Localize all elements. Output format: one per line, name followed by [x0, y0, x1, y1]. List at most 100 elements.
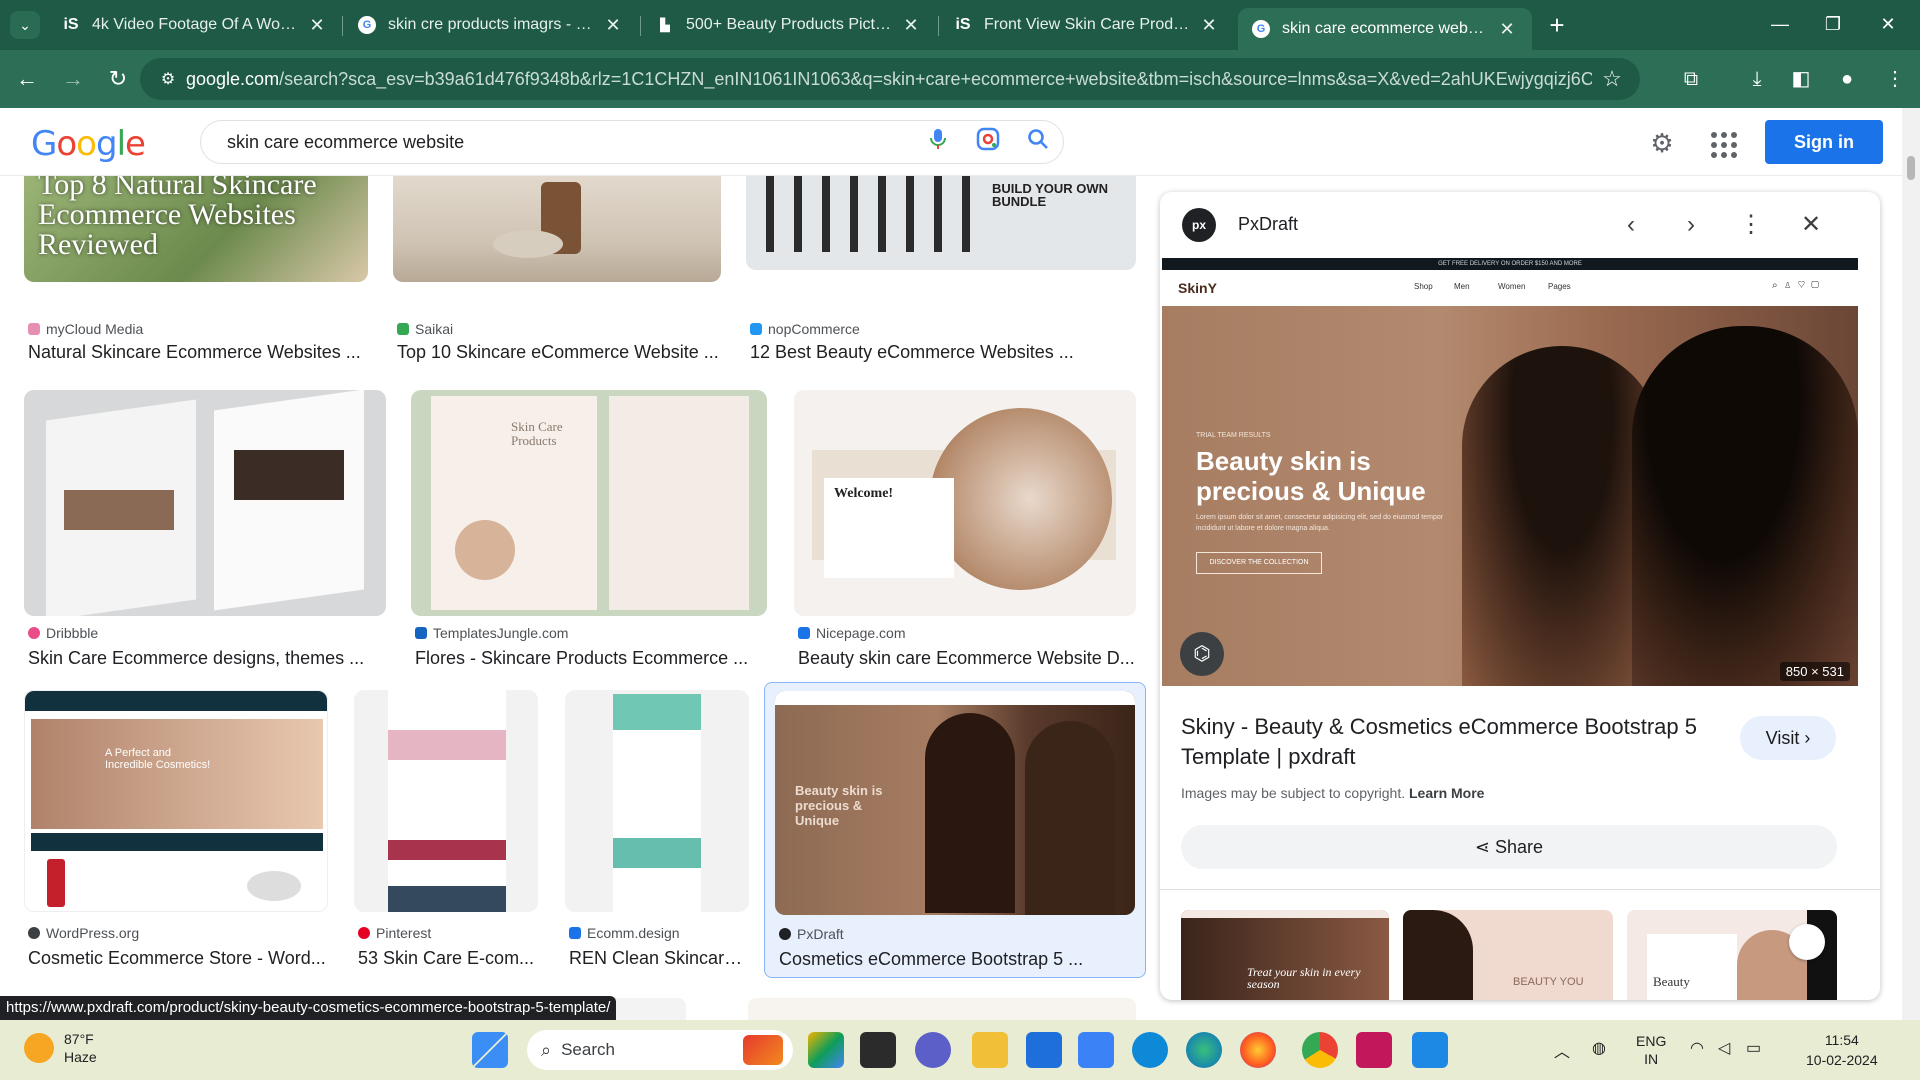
- result-caption[interactable]: Cosmetics eCommerce Bootstrap 5 ...: [779, 949, 1133, 970]
- url-text[interactable]: google.com/search?sca_esv=b39a61d476f934…: [186, 69, 1592, 90]
- result-source[interactable]: Saikai: [397, 321, 453, 337]
- learn-more-link[interactable]: Learn More: [1409, 785, 1484, 801]
- result-caption[interactable]: 53 Skin Care E-com...: [358, 948, 540, 969]
- visit-button[interactable]: Visit ›: [1740, 716, 1836, 760]
- download-icon[interactable]: ⤓: [1742, 64, 1772, 94]
- copilot-icon[interactable]: [808, 1032, 844, 1068]
- settings-gear-icon[interactable]: ⚙: [1645, 126, 1679, 160]
- result-card-partial[interactable]: [748, 998, 1136, 1020]
- result-card[interactable]: Ecomm.design REN Clean Skincare ...: [565, 690, 751, 968]
- tab-2[interactable]: G skin cre products imagrs - Goo ✕: [344, 6, 638, 44]
- bookmark-star-icon[interactable]: ☆: [1592, 66, 1632, 92]
- side-panel-icon[interactable]: ◧: [1786, 64, 1816, 94]
- language-indicator[interactable]: ENG IN: [1636, 1032, 1666, 1068]
- more-options-icon[interactable]: ⋮: [1736, 210, 1766, 240]
- tab-search-button[interactable]: ⌄: [10, 11, 40, 39]
- result-card-selected[interactable]: Beauty skin is precious & Unique PxDraft…: [764, 682, 1146, 978]
- clock[interactable]: 11:54 10-02-2024: [1806, 1030, 1878, 1070]
- scrollbar-thumb[interactable]: [1907, 156, 1915, 180]
- search-icon[interactable]: [1013, 128, 1063, 156]
- teams-chat-icon[interactable]: [915, 1032, 951, 1068]
- extensions-icon[interactable]: ⧉: [1676, 64, 1706, 94]
- lens-search-icon[interactable]: ⌬: [1180, 632, 1224, 676]
- menu-kebab-icon[interactable]: ⋮: [1880, 64, 1910, 94]
- wifi-icon[interactable]: ◠: [1690, 1038, 1704, 1058]
- result-image[interactable]: [393, 176, 721, 282]
- result-source[interactable]: Dribbble: [28, 625, 98, 641]
- close-icon[interactable]: ✕: [1796, 210, 1826, 240]
- related-image[interactable]: Treat your skin in every season: [1181, 910, 1389, 1000]
- result-card[interactable]: Dribbble Skin Care Ecommerce designs, th…: [24, 390, 388, 668]
- close-window-icon[interactable]: ✕: [1860, 8, 1916, 40]
- result-caption[interactable]: 12 Best Beauty eCommerce Websites ...: [750, 342, 1136, 363]
- restore-icon[interactable]: ❐: [1805, 8, 1861, 40]
- page-scrollbar[interactable]: [1902, 108, 1920, 1020]
- taskbar-search[interactable]: ⌕ Search: [527, 1030, 793, 1070]
- search-input[interactable]: skin care ecommerce website: [227, 132, 913, 153]
- reload-icon[interactable]: ↻: [103, 64, 133, 94]
- tab-4[interactable]: iS Front View Skin Care Products C ✕: [940, 6, 1234, 44]
- close-tab-icon[interactable]: ✕: [1496, 19, 1518, 40]
- result-image[interactable]: Skin Care Products: [411, 390, 767, 616]
- result-source[interactable]: WordPress.org: [28, 925, 139, 941]
- result-card[interactable]: BUILD YOUR OWN BUNDLE nopCommerce 12 Bes…: [746, 176, 1136, 366]
- battery-icon[interactable]: ▭: [1746, 1038, 1761, 1058]
- result-source[interactable]: Pinterest: [358, 925, 431, 941]
- lens-icon[interactable]: [963, 127, 1013, 157]
- close-tab-icon[interactable]: ✕: [602, 15, 624, 36]
- chevron-up-icon[interactable]: ︿: [1554, 1038, 1570, 1062]
- search-box[interactable]: skin care ecommerce website: [200, 120, 1064, 164]
- result-image[interactable]: BUILD YOUR OWN BUNDLE: [746, 176, 1136, 270]
- result-source[interactable]: PxDraft: [779, 926, 844, 942]
- result-image[interactable]: Beauty skin is precious & Unique: [775, 691, 1135, 915]
- result-image[interactable]: Welcome!: [794, 390, 1136, 616]
- edge-icon[interactable]: [1186, 1032, 1222, 1068]
- result-card[interactable]: Skin Care Products TemplatesJungle.com F…: [411, 390, 769, 668]
- result-caption[interactable]: Skin Care Ecommerce designs, themes ...: [28, 648, 388, 669]
- result-caption[interactable]: Cosmetic Ecommerce Store - Word...: [28, 948, 330, 969]
- mendeley-icon[interactable]: [1356, 1032, 1392, 1068]
- result-card[interactable]: Saikai Top 10 Skincare eCommerce Website…: [393, 176, 725, 366]
- result-image[interactable]: [354, 690, 538, 912]
- myhp-icon[interactable]: [1078, 1032, 1114, 1068]
- related-image[interactable]: Beauty: [1627, 910, 1837, 1000]
- file-explorer-icon[interactable]: [972, 1032, 1008, 1068]
- result-card[interactable]: Top 8 Natural Skincare Ecommerce Website…: [24, 176, 372, 366]
- related-image[interactable]: BEAUTY YOU: [1403, 910, 1613, 1000]
- sign-in-button[interactable]: Sign in: [1765, 120, 1883, 164]
- result-caption[interactable]: Top 10 Skincare eCommerce Website ...: [397, 342, 725, 363]
- result-caption[interactable]: Beauty skin care Ecommerce Website D...: [798, 648, 1138, 669]
- tab-3[interactable]: ▙ 500+ Beauty Products Pictures | ✕: [642, 6, 936, 44]
- next-arrow-icon[interactable]: ›: [1676, 210, 1706, 240]
- task-view-icon[interactable]: [860, 1032, 896, 1068]
- minimize-icon[interactable]: —: [1752, 8, 1808, 40]
- forward-arrow-icon[interactable]: →: [58, 64, 88, 94]
- result-caption[interactable]: Flores - Skincare Products Ecommerce ...: [415, 648, 769, 669]
- chrome-icon[interactable]: [1302, 1032, 1338, 1068]
- result-image[interactable]: [565, 690, 749, 912]
- vscode-icon[interactable]: [1412, 1032, 1448, 1068]
- close-tab-icon[interactable]: ✕: [900, 15, 922, 36]
- related-next-button[interactable]: [1789, 924, 1825, 960]
- result-card[interactable]: Pinterest 53 Skin Care E-com...: [354, 690, 540, 968]
- result-source[interactable]: Ecomm.design: [569, 925, 680, 941]
- address-bar[interactable]: ⚙ google.com/search?sca_esv=b39a61d476f9…: [140, 58, 1640, 100]
- result-image[interactable]: [24, 390, 386, 616]
- voice-search-icon[interactable]: [913, 128, 963, 156]
- result-image[interactable]: A Perfect and Incredible Cosmetics!: [24, 690, 328, 912]
- firefox-icon[interactable]: [1240, 1032, 1276, 1068]
- google-logo[interactable]: Google: [31, 124, 146, 164]
- result-source[interactable]: nopCommerce: [750, 321, 860, 337]
- back-arrow-icon[interactable]: ←: [12, 64, 42, 94]
- panel-source-name[interactable]: PxDraft: [1238, 214, 1298, 235]
- site-info-icon[interactable]: ⚙: [150, 69, 186, 89]
- windows-start-icon[interactable]: [472, 1032, 508, 1068]
- result-caption[interactable]: Natural Skincare Ecommerce Websites ...: [28, 342, 372, 363]
- tab-5-active[interactable]: G skin care ecommerce website - ✕: [1238, 8, 1532, 50]
- close-tab-icon[interactable]: ✕: [1198, 15, 1220, 36]
- preview-image[interactable]: GET FREE DELIVERY ON ORDER $150 AND MORE…: [1162, 258, 1858, 686]
- microsoft-store-icon[interactable]: [1026, 1032, 1062, 1068]
- result-source[interactable]: TemplatesJungle.com: [415, 625, 568, 641]
- google-apps-icon[interactable]: [1707, 128, 1737, 158]
- result-image[interactable]: Top 8 Natural Skincare Ecommerce Website…: [24, 176, 368, 282]
